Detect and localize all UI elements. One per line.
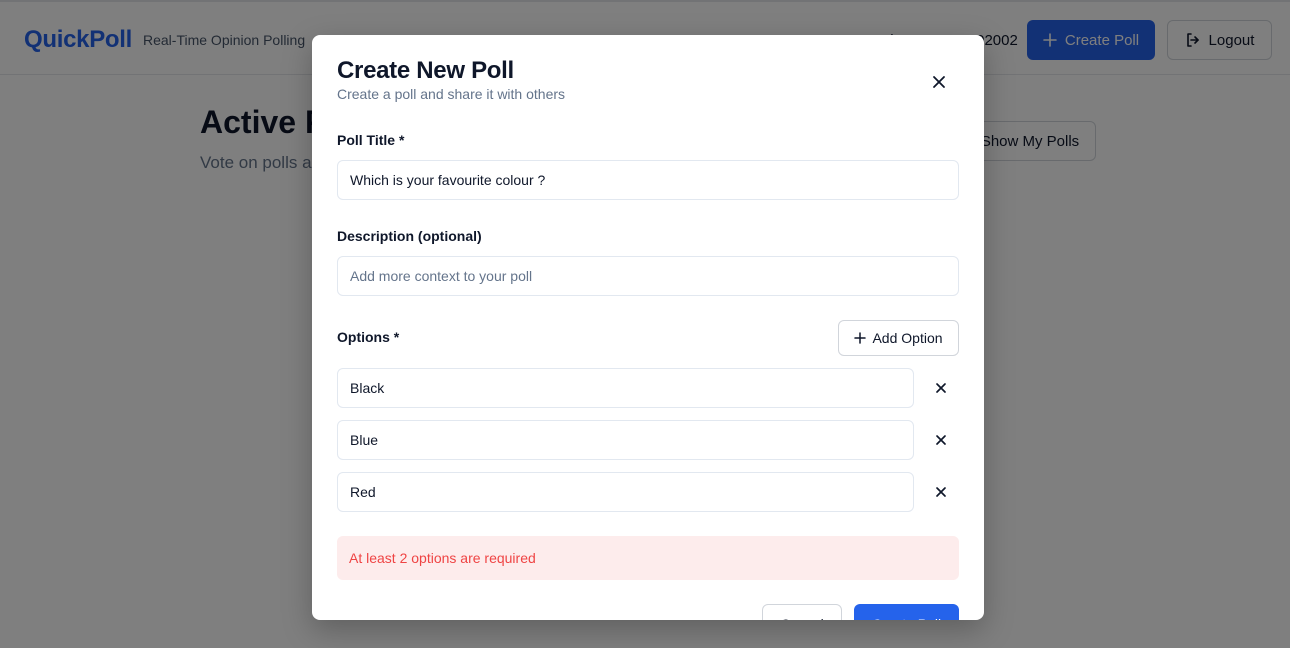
add-option-label: Add Option xyxy=(872,330,943,346)
option-input-2[interactable] xyxy=(337,420,914,460)
close-modal-button[interactable] xyxy=(924,67,954,97)
option-input-1[interactable] xyxy=(337,368,914,408)
cancel-button[interactable]: Cancel xyxy=(762,604,842,620)
modal-title: Create New Poll xyxy=(337,57,514,84)
poll-title-input[interactable] xyxy=(337,160,959,200)
app-page: QuickPoll Real-Time Opinion Polling Welc… xyxy=(0,0,1290,648)
close-icon xyxy=(932,75,946,89)
close-icon xyxy=(935,486,947,498)
description-label: Description (optional) xyxy=(337,228,482,244)
option-input-3[interactable] xyxy=(337,472,914,512)
create-poll-modal: Create New Poll Create a poll and share … xyxy=(312,35,984,620)
remove-option-button-2[interactable] xyxy=(926,425,956,455)
poll-title-label: Poll Title * xyxy=(337,132,405,148)
close-icon xyxy=(935,382,947,394)
options-label: Options * xyxy=(337,329,400,345)
close-icon xyxy=(935,434,947,446)
remove-option-button-1[interactable] xyxy=(926,373,956,403)
error-alert: At least 2 options are required xyxy=(337,536,959,580)
remove-option-button-3[interactable] xyxy=(926,477,956,507)
add-option-button[interactable]: Add Option xyxy=(838,320,959,356)
description-input[interactable] xyxy=(337,256,959,296)
modal-subtitle: Create a poll and share it with others xyxy=(337,86,566,102)
error-message: At least 2 options are required xyxy=(349,550,536,566)
plus-icon xyxy=(854,332,867,344)
submit-create-poll-button[interactable]: Create Poll xyxy=(854,604,959,620)
